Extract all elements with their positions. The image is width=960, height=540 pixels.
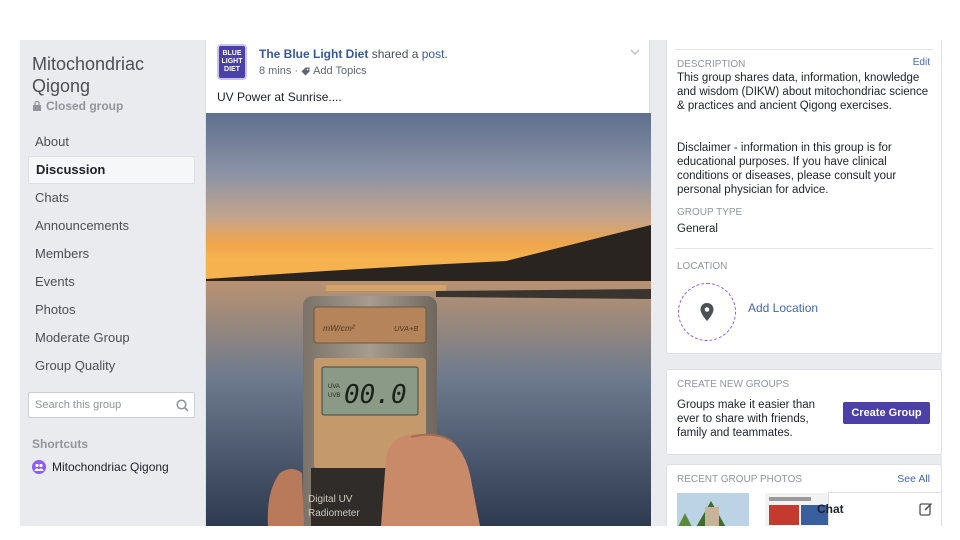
sunrise-photo: mW/cm² UVA+B UVA UVB 00.0 Digital UV Rad… xyxy=(206,113,651,526)
create-groups-card: CREATE NEW GROUPS Groups make it easier … xyxy=(666,369,942,455)
post-text: UV Power at Sunrise.... xyxy=(217,90,342,104)
device-caption-line2: Radiometer xyxy=(308,508,360,519)
search-placeholder: Search this group xyxy=(35,399,122,411)
description-text: This group shares data, information, kno… xyxy=(677,72,929,112)
nav-item-discussion[interactable]: Discussion xyxy=(28,156,195,184)
about-card: DESCRIPTION Edit This group shares data,… xyxy=(666,40,942,354)
shortcuts-heading: Shortcuts xyxy=(32,437,89,451)
recent-photo-thumb[interactable] xyxy=(677,493,749,526)
post-title: The Blue Light Diet shared a post. xyxy=(259,47,448,61)
post-link[interactable]: post. xyxy=(422,47,448,61)
create-group-button[interactable]: Create Group xyxy=(843,402,930,424)
recent-photos-heading: RECENT GROUP PHOTOS xyxy=(677,474,803,485)
nav-item-group-quality[interactable]: Group Quality xyxy=(28,352,195,380)
post-time[interactable]: 8 mins xyxy=(259,65,291,77)
nav-item-announcements[interactable]: Announcements xyxy=(28,212,195,240)
disclaimer-text: Disclaimer - information in this group i… xyxy=(677,142,897,196)
tag-icon xyxy=(301,67,310,75)
meta-separator: · xyxy=(294,65,299,77)
nav-item-events[interactable]: Events xyxy=(28,268,195,296)
chat-label: Chat xyxy=(817,502,844,516)
create-groups-heading: CREATE NEW GROUPS xyxy=(677,379,790,390)
feed-post: BLUE LIGHT DIET The Blue Light Diet shared… xyxy=(205,40,651,526)
device-unit-label: mW/cm² xyxy=(323,323,356,333)
app-window: Mitochondriac Qigong Closed group About … xyxy=(0,0,960,540)
right-column: DESCRIPTION Edit This group shares data,… xyxy=(666,40,942,526)
page-avatar[interactable]: BLUE LIGHT DIET xyxy=(217,44,247,80)
search-group-input[interactable]: Search this group xyxy=(28,392,195,418)
search-icon[interactable] xyxy=(170,393,194,417)
chevron-down-icon[interactable] xyxy=(630,48,640,56)
description-label: DESCRIPTION xyxy=(677,59,746,70)
nav-item-about[interactable]: About xyxy=(28,128,195,156)
post-photo[interactable]: mW/cm² UVA+B UVA UVB 00.0 Digital UV Rad… xyxy=(206,113,651,526)
device-reading: 00.0 xyxy=(344,380,407,410)
divider xyxy=(675,49,933,50)
privacy-status: Closed group xyxy=(32,99,123,113)
shared-text: shared a xyxy=(371,47,419,61)
device-uva-label: UVA xyxy=(328,384,340,390)
lock-icon xyxy=(33,100,41,111)
nav-item-members[interactable]: Members xyxy=(28,240,195,268)
privacy-label: Closed group xyxy=(46,99,124,113)
shortcut-item[interactable]: Mitochondriac Qigong xyxy=(32,460,169,474)
device-caption-line1: Digital UV xyxy=(308,494,353,505)
page-name-link[interactable]: The Blue Light Diet xyxy=(259,47,368,61)
group-icon xyxy=(32,460,46,474)
group-page: Mitochondriac Qigong Closed group About … xyxy=(20,40,942,526)
device-uvb-label: UVB xyxy=(328,393,340,399)
left-sidebar: Mitochondriac Qigong Closed group About … xyxy=(20,40,206,526)
post-meta: 8 mins · Add Topics xyxy=(259,65,367,77)
nav-item-chats[interactable]: Chats xyxy=(28,184,195,212)
group-type-value: General xyxy=(677,223,718,235)
nav-item-photos[interactable]: Photos xyxy=(28,296,195,324)
location-button[interactable] xyxy=(678,283,736,341)
group-type-label: GROUP TYPE xyxy=(677,207,743,218)
post-header: BLUE LIGHT DIET The Blue Light Diet shared… xyxy=(206,40,651,112)
divider xyxy=(675,248,933,249)
chat-bar[interactable]: Chat xyxy=(817,492,942,526)
nav-item-moderate-group[interactable]: Moderate Group xyxy=(28,324,195,352)
edit-description-link[interactable]: Edit xyxy=(913,57,930,68)
add-topics-link[interactable]: Add Topics xyxy=(313,65,367,77)
compose-icon[interactable] xyxy=(919,502,933,516)
group-name[interactable]: Mitochondriac Qigong xyxy=(32,53,202,97)
device-band-label: UVA+B xyxy=(394,324,418,333)
add-location-link[interactable]: Add Location xyxy=(748,301,818,315)
see-all-link[interactable]: See All xyxy=(897,473,930,485)
shortcut-label: Mitochondriac Qigong xyxy=(52,460,169,474)
location-label: LOCATION xyxy=(677,261,728,272)
create-groups-text: Groups make it easier than ever to share… xyxy=(677,399,816,439)
group-nav: About Discussion Chats Announcements Mem… xyxy=(28,128,195,380)
map-pin-icon xyxy=(700,303,714,321)
